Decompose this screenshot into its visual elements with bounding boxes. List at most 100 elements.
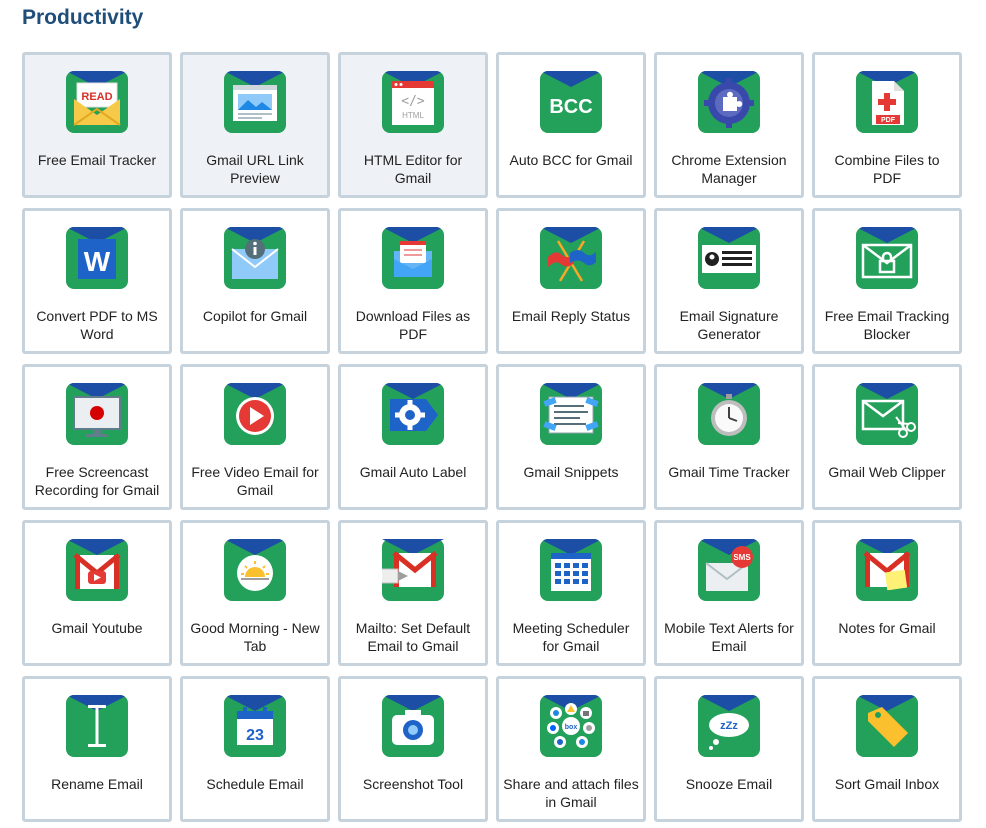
tile-label: Notes for Gmail — [838, 620, 936, 636]
mailto-icon — [382, 539, 444, 601]
flags-icon — [540, 227, 602, 289]
lock-envelope-icon — [856, 227, 918, 289]
signature-card-icon — [698, 227, 760, 289]
tile-email-reply-status[interactable]: Email Reply Status — [496, 208, 646, 354]
tile-label: Meeting Scheduler for Gmail — [512, 620, 630, 654]
tile-label: Auto BCC for Gmail — [509, 152, 633, 168]
tile-label: Free Email Tracking Blocker — [824, 308, 950, 342]
svg-text:W: W — [84, 246, 111, 277]
svg-text:HTML: HTML — [402, 111, 424, 120]
tile-sort-gmail-inbox[interactable]: Sort Gmail Inbox — [812, 676, 962, 822]
svg-text:</>: </> — [401, 94, 425, 109]
tile-label: Gmail Time Tracker — [668, 464, 790, 480]
download-envelope-icon — [382, 227, 444, 289]
tile-chrome-extension-manager[interactable]: Chrome Extension Manager — [654, 52, 804, 198]
tile-html-editor[interactable]: </> HTML HTML Editor for Gmail — [338, 52, 488, 198]
tile-label: Sort Gmail Inbox — [834, 776, 940, 792]
tile-combine-files-to-pdf[interactable]: PDF Combine Files to PDF — [812, 52, 962, 198]
svg-text:SMS: SMS — [733, 553, 751, 562]
tile-label: Free Email Tracker — [37, 152, 157, 168]
pdf-file-icon: PDF — [856, 71, 918, 133]
svg-text:PDF: PDF — [881, 117, 896, 124]
tile-gmail-url-link-preview[interactable]: Gmail URL Link Preview — [180, 52, 330, 198]
extension-grid: READ Free Email Tracker Gmail URL Link P… — [22, 52, 962, 822]
tile-label: Gmail Youtube — [51, 620, 143, 636]
link-preview-icon — [224, 71, 286, 133]
tile-label: Rename Email — [51, 776, 143, 792]
tile-label: Free Screencast Recording for Gmail — [34, 464, 160, 498]
svg-text:BCC: BCC — [549, 96, 592, 118]
tile-screenshot-tool[interactable]: Screenshot Tool — [338, 676, 488, 822]
svg-text:box: box — [565, 724, 578, 731]
snippet-window-icon — [540, 383, 602, 445]
calendar-grid-icon — [540, 539, 602, 601]
tile-label: Gmail Auto Label — [359, 464, 467, 480]
tile-label: Gmail Snippets — [523, 464, 619, 480]
tile-label: Snooze Email — [685, 776, 773, 792]
puzzle-gear-icon — [698, 71, 760, 133]
tile-gmail-auto-label[interactable]: Gmail Auto Label — [338, 364, 488, 510]
tile-meeting-scheduler[interactable]: Meeting Scheduler for Gmail — [496, 520, 646, 666]
tile-gmail-youtube[interactable]: Gmail Youtube — [22, 520, 172, 666]
bcc-icon: BCC — [540, 71, 602, 133]
tile-label: Mailto: Set Default Email to Gmail — [355, 620, 471, 654]
tile-label: Free Video Email for Gmail — [191, 464, 319, 498]
read-envelope-icon: READ — [66, 71, 128, 133]
tile-label: Email Signature Generator — [679, 308, 779, 342]
tile-schedule-email[interactable]: 23 Schedule Email — [180, 676, 330, 822]
tile-label: Screenshot Tool — [362, 776, 464, 792]
tile-label: Gmail URL Link Preview — [206, 152, 304, 186]
info-envelope-icon — [224, 227, 286, 289]
sunrise-icon — [224, 539, 286, 601]
cloud-services-icon: box — [540, 695, 602, 757]
tile-copilot-for-gmail[interactable]: Copilot for Gmail — [180, 208, 330, 354]
tile-label: Share and attach files in Gmail — [503, 776, 639, 810]
tile-free-email-tracking-blocker[interactable]: Free Email Tracking Blocker — [812, 208, 962, 354]
html-editor-icon: </> HTML — [382, 71, 444, 133]
screen-record-icon — [66, 383, 128, 445]
tile-convert-pdf-to-ms-word[interactable]: W Convert PDF to MS Word — [22, 208, 172, 354]
gmail-note-icon — [856, 539, 918, 601]
tile-download-files-as-pdf[interactable]: Download Files as PDF — [338, 208, 488, 354]
tile-auto-bcc[interactable]: BCC Auto BCC for Gmail — [496, 52, 646, 198]
play-button-icon — [224, 383, 286, 445]
tile-email-signature-generator[interactable]: Email Signature Generator — [654, 208, 804, 354]
tile-mobile-text-alerts[interactable]: SMS Mobile Text Alerts for Email — [654, 520, 804, 666]
tile-label: Gmail Web Clipper — [828, 464, 946, 480]
youtube-gmail-icon — [66, 539, 128, 601]
svg-text:23: 23 — [246, 727, 264, 744]
word-icon: W — [66, 227, 128, 289]
tile-free-video-email[interactable]: Free Video Email for Gmail — [180, 364, 330, 510]
gear-label-icon — [382, 383, 444, 445]
tile-gmail-web-clipper[interactable]: Gmail Web Clipper — [812, 364, 962, 510]
tile-label: Copilot for Gmail — [202, 308, 308, 324]
tile-label: Convert PDF to MS Word — [36, 308, 158, 342]
tile-snooze-email[interactable]: zZz Snooze Email — [654, 676, 804, 822]
page-title: Productivity — [22, 6, 144, 29]
camera-icon — [382, 695, 444, 757]
scissors-envelope-icon — [856, 383, 918, 445]
tile-mailto-set-default[interactable]: Mailto: Set Default Email to Gmail — [338, 520, 488, 666]
svg-text:READ: READ — [81, 91, 112, 103]
tile-label: Schedule Email — [206, 776, 304, 792]
stopwatch-icon — [698, 383, 760, 445]
tile-free-screencast-recording[interactable]: Free Screencast Recording for Gmail — [22, 364, 172, 510]
tile-gmail-snippets[interactable]: Gmail Snippets — [496, 364, 646, 510]
tile-label: Download Files as PDF — [355, 308, 471, 342]
tile-good-morning-new-tab[interactable]: Good Morning - New Tab — [180, 520, 330, 666]
tile-share-and-attach-files[interactable]: box Share and attach files in Gmail — [496, 676, 646, 822]
sms-envelope-icon: SMS — [698, 539, 760, 601]
tile-label: Mobile Text Alerts for Email — [664, 620, 794, 654]
tile-free-email-tracker[interactable]: READ Free Email Tracker — [22, 52, 172, 198]
tile-label: HTML Editor for Gmail — [363, 152, 463, 186]
tile-label: Email Reply Status — [511, 308, 631, 324]
tile-label: Good Morning - New Tab — [190, 620, 320, 654]
tile-label: Chrome Extension Manager — [671, 152, 787, 186]
tile-gmail-time-tracker[interactable]: Gmail Time Tracker — [654, 364, 804, 510]
tag-icon — [856, 695, 918, 757]
tile-notes-for-gmail[interactable]: Notes for Gmail — [812, 520, 962, 666]
svg-text:zZz: zZz — [720, 720, 738, 732]
calendar-date-icon: 23 — [224, 695, 286, 757]
tile-rename-email[interactable]: Rename Email — [22, 676, 172, 822]
tile-label: Combine Files to PDF — [834, 152, 940, 186]
